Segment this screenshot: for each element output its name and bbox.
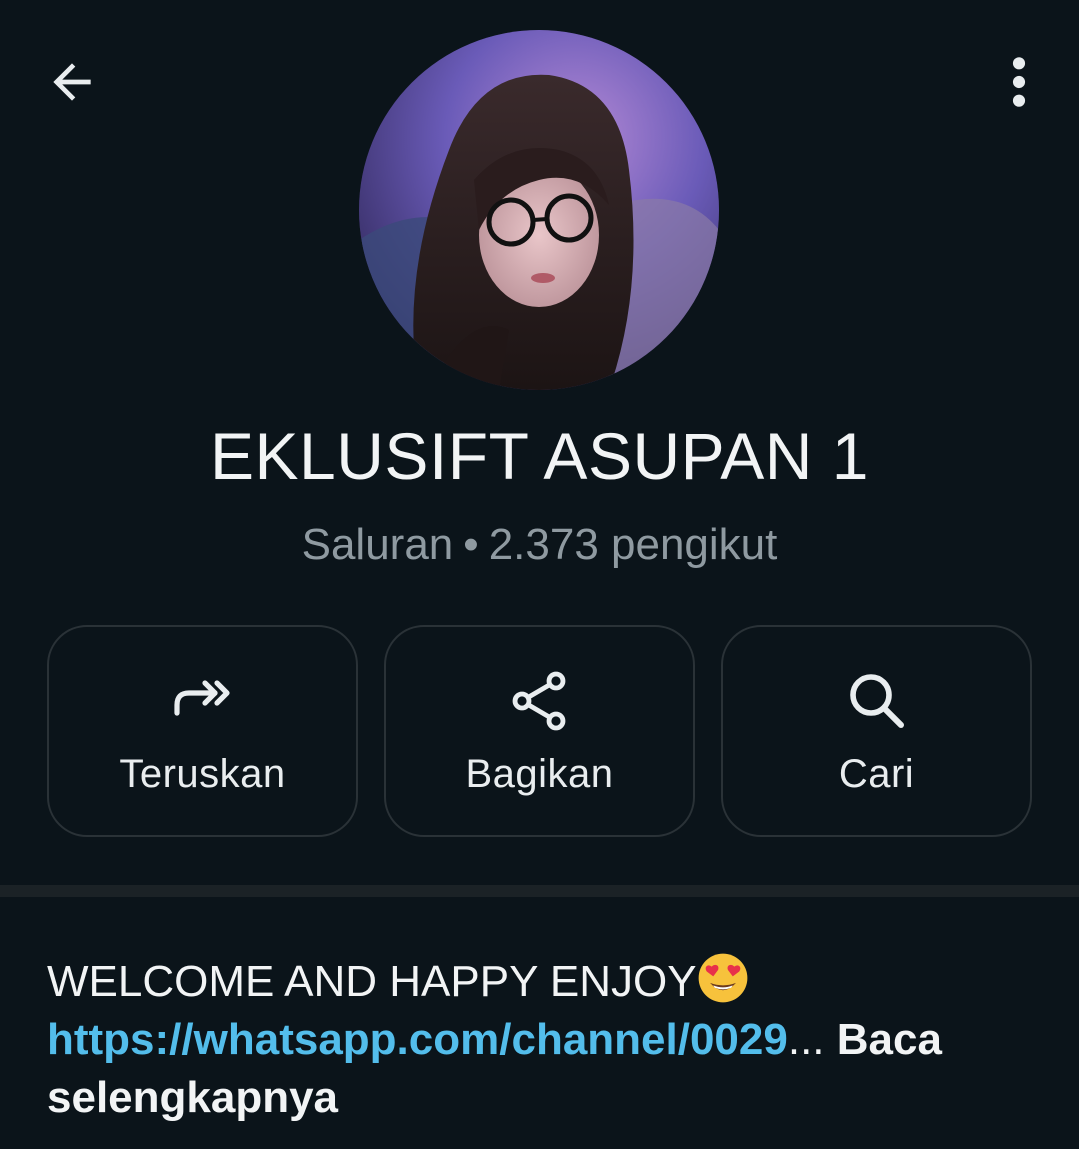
description-text: WELCOME AND HAPPY ENJOY [47, 957, 697, 1006]
channel-meta: Saluran • 2.373 pengikut [0, 520, 1079, 570]
forward-label: Teruskan [119, 751, 286, 796]
follower-count: 2.373 pengikut [488, 520, 778, 569]
ellipsis: ... [787, 1015, 825, 1064]
share-label: Bagikan [465, 751, 614, 796]
channel-avatar[interactable] [359, 30, 719, 390]
share-button[interactable]: Bagikan [384, 625, 695, 837]
search-label: Cari [838, 751, 915, 796]
arrow-left-icon [53, 63, 91, 101]
forward-icon [168, 666, 238, 736]
section-divider [0, 885, 1079, 897]
action-row: Teruskan Bagikan Cari [47, 625, 1032, 837]
search-icon [842, 666, 912, 736]
search-button[interactable]: Cari [721, 625, 1032, 837]
back-button[interactable] [30, 40, 114, 124]
forward-button[interactable]: Teruskan [47, 625, 358, 837]
more-vertical-icon [1012, 57, 1026, 107]
channel-description: WELCOME AND HAPPY ENJOY https://whatsapp… [47, 952, 1037, 1127]
channel-link[interactable]: https://whatsapp.com/channel/0029 [47, 1015, 788, 1064]
channel-type: Saluran [301, 520, 454, 569]
heart-eyes-emoji [698, 953, 747, 1003]
avatar-image [359, 30, 719, 390]
more-options-button[interactable] [989, 40, 1049, 124]
channel-name: EKLUSIFT ASUPAN 1 [210, 419, 869, 493]
share-icon [505, 666, 575, 736]
separator: • [463, 520, 479, 569]
